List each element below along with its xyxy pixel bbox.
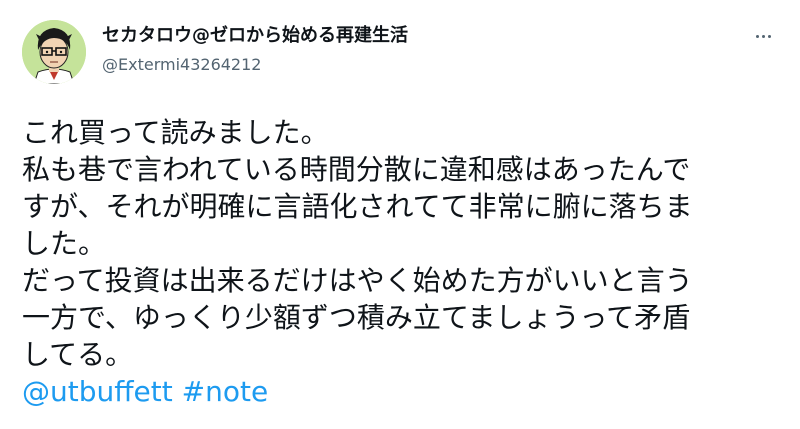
- mention-link[interactable]: @utbuffett: [22, 375, 173, 408]
- avatar-illustration: [22, 20, 86, 84]
- avatar[interactable]: [22, 20, 86, 84]
- more-horizontal-icon[interactable]: [748, 24, 778, 48]
- tweet-text: これ買って読みました。 私も巷で言われている時間分散に違和感はあったんで すが、…: [22, 114, 792, 410]
- author-handle[interactable]: @Extermi43264212: [102, 54, 408, 76]
- author-names: セカタロウ@ゼロから始める再建生活 @Extermi43264212: [102, 24, 408, 76]
- more-dot: [755, 34, 759, 38]
- hashtag-link[interactable]: #note: [182, 375, 269, 408]
- more-dot: [761, 34, 765, 38]
- tweet-text-line: 私も巷で言われている時間分散に違和感はあったんで: [22, 153, 691, 186]
- author-display-name[interactable]: セカタロウ@ゼロから始める再建生活: [102, 24, 408, 48]
- tweet-header: セカタロウ@ゼロから始める再建生活 @Extermi43264212: [22, 20, 782, 84]
- tweet-text-line: だって投資は出来るだけはやく始めた方がいいと言う: [22, 264, 693, 297]
- tweet-text-line: これ買って読みました。: [22, 116, 329, 149]
- more-dot: [767, 34, 771, 38]
- tweet-text-line: してる。: [22, 338, 134, 371]
- tweet-text-line: すが、それが明確に言語化されてて非常に腑に落ちま: [22, 190, 693, 223]
- tweet-card: セカタロウ@ゼロから始める再建生活 @Extermi43264212 これ買って…: [0, 0, 800, 429]
- tweet-text-line: 一方で、ゆっくり少額ずつ積み立てましょうって矛盾: [22, 301, 691, 334]
- tweet-text-line: した。: [22, 227, 107, 260]
- tweet-links: @utbuffett #note: [22, 373, 792, 410]
